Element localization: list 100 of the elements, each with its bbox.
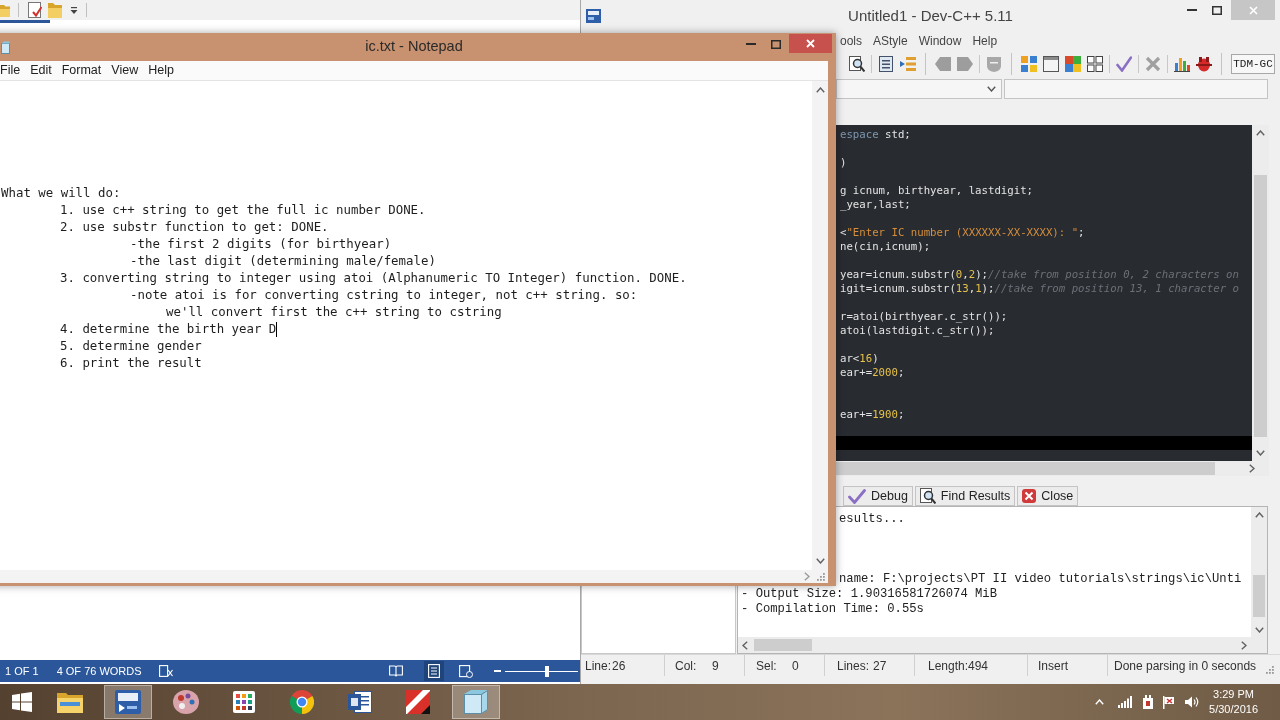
chevron-down-icon: [987, 86, 996, 92]
code-line: ear+=1900;: [840, 408, 905, 422]
scrollbar-thumb[interactable]: [754, 639, 812, 651]
text-line: -note atoi is for converting cstring to integer, not c++ string. so:: [130, 286, 638, 305]
chevron-down-icon[interactable]: [815, 558, 825, 564]
scrollbar-thumb[interactable]: [1254, 175, 1267, 437]
text-line: 3. converting string to integer using atoi (Alphanumeric TO Integer) function. DONE.: [60, 269, 687, 288]
menu-item[interactable]: Help: [148, 61, 174, 80]
chevron-up-icon[interactable]: [1254, 512, 1264, 518]
output-line: esults...: [839, 512, 905, 526]
app-tile-icon[interactable]: [115, 690, 141, 714]
window-title: ic.txt - Notepad: [365, 37, 463, 57]
close-button[interactable]: Close: [1017, 486, 1079, 506]
tab[interactable]: Find Results: [914, 486, 1016, 506]
speaker-icon[interactable]: [1185, 696, 1200, 708]
compiler-select[interactable]: TDM-GC: [1231, 54, 1275, 74]
menu-item[interactable]: View: [111, 61, 139, 80]
text-line: 6. print the result: [60, 354, 202, 373]
status-message: Done parsing in 0 seconds: [1114, 657, 1257, 675]
quad-tiles-icon[interactable]: [1065, 56, 1081, 72]
chevron-left-icon[interactable]: [742, 640, 748, 650]
chevron-up-icon[interactable]: [815, 87, 825, 93]
clock-time[interactable]: 3:29 PM: [1213, 687, 1254, 702]
text-line: What we will do:: [1, 184, 121, 203]
menu-item[interactable]: Edit: [30, 61, 52, 80]
checkmark-icon[interactable]: [1116, 56, 1132, 72]
menu-item[interactable]: Help: [972, 32, 998, 50]
menu-item[interactable]: Format: [61, 61, 102, 80]
window-icon[interactable]: [1043, 56, 1059, 72]
flag-icon[interactable]: [1163, 695, 1176, 709]
text-line: -the last digit (determining male/female): [130, 252, 436, 271]
tab[interactable]: Debug: [843, 486, 913, 506]
page-icon: [428, 664, 440, 678]
close-icon: [1022, 489, 1037, 503]
status-label: Length:: [928, 657, 968, 675]
open-book-icon[interactable]: [389, 665, 403, 677]
search-icon[interactable]: [849, 56, 865, 72]
code-line: <"Enter IC number (XXXXXX-XX-XXXX): ";: [840, 226, 1085, 240]
text-line: -the first 2 digits (for birthyear): [130, 235, 392, 254]
text-line: 1. use c++ string to get the full ic number DONE.: [60, 201, 426, 220]
scrollbar-thumb[interactable]: [836, 462, 1215, 475]
text-line: we'll convert first the c++ string to cstring: [166, 303, 502, 322]
status-value: 494: [968, 657, 989, 675]
maximize-icon[interactable]: [771, 39, 781, 49]
bar-chart-icon[interactable]: [1174, 56, 1190, 72]
output-line: - Compilation Time: 0.55s: [741, 602, 924, 616]
text-line: 2. use substr function to get: DONE.: [60, 218, 329, 237]
code-line: ne(cin,icnum);: [840, 240, 931, 254]
status-label: Lines:: [837, 657, 871, 675]
list-document-icon[interactable]: [878, 56, 894, 72]
view-button[interactable]: [424, 661, 444, 681]
status-value: 0: [792, 657, 799, 675]
folder-icon[interactable]: [57, 691, 83, 713]
code-line: r=atoi(birthyear.c_str());: [840, 310, 1008, 324]
tiles-icon[interactable]: [1021, 56, 1037, 72]
menu-item[interactable]: AStyle: [873, 32, 908, 50]
code-line: _year,last;: [840, 198, 911, 212]
window-panes-icon[interactable]: [11, 692, 32, 712]
close-button[interactable]: [789, 34, 832, 53]
document-icon[interactable]: [348, 690, 372, 714]
notebook-icon[interactable]: [464, 690, 488, 714]
slider-thumb[interactable]: [545, 665, 550, 677]
caret-icon[interactable]: [70, 6, 78, 14]
zoom-slider[interactable]: [505, 665, 578, 677]
resize-grip-icon: [815, 572, 825, 581]
output-line: - Output Size: 1.90316581726074 MiB: [741, 587, 997, 601]
text-line: 5. determine gender: [60, 337, 202, 356]
status-value: 27: [873, 657, 887, 675]
chevron-up-icon[interactable]: [1256, 130, 1265, 136]
clock-date[interactable]: 5/30/2016: [1209, 702, 1258, 717]
chevron-down-icon[interactable]: [1254, 627, 1264, 633]
status-label: Sel:: [756, 657, 778, 675]
signal-icon[interactable]: [1118, 696, 1133, 708]
scrollbar-thumb[interactable]: [1253, 575, 1265, 617]
menu-item[interactable]: Window: [918, 32, 962, 50]
indent-icon[interactable]: [900, 56, 916, 72]
grid-icon[interactable]: [233, 691, 255, 713]
stripe-tile-icon[interactable]: [406, 690, 430, 714]
status-value: 9: [712, 657, 719, 675]
chevron-right-icon[interactable]: [1241, 640, 1247, 650]
menu-item[interactable]: ools: [840, 32, 862, 50]
code-line: igit=icnum.substr(13,1);//take from position 13, 1 character o: [840, 282, 1239, 296]
web-page-icon[interactable]: [459, 664, 473, 678]
menu-item[interactable]: File: [0, 61, 21, 80]
text-line: 4. determine the birth year D: [60, 320, 277, 339]
document-icon[interactable]: [28, 2, 42, 18]
taskbar-button[interactable]: [452, 685, 500, 719]
tricolor-circle-icon[interactable]: [290, 690, 314, 714]
chevron-down-icon[interactable]: [1256, 450, 1265, 456]
bug-icon[interactable]: [1196, 56, 1212, 72]
maximize-icon[interactable]: [1212, 5, 1222, 15]
close-icon: [806, 39, 815, 48]
page-cross-icon[interactable]: [158, 665, 173, 677]
taskbar-button[interactable]: [104, 685, 152, 719]
plug-icon[interactable]: [1142, 695, 1155, 709]
palette-icon[interactable]: [173, 690, 199, 714]
chevron-right-icon[interactable]: [1249, 464, 1255, 473]
status-label: Line:: [585, 657, 612, 675]
status-mode: Insert: [1038, 657, 1068, 675]
grid-icon[interactable]: [1087, 56, 1103, 72]
